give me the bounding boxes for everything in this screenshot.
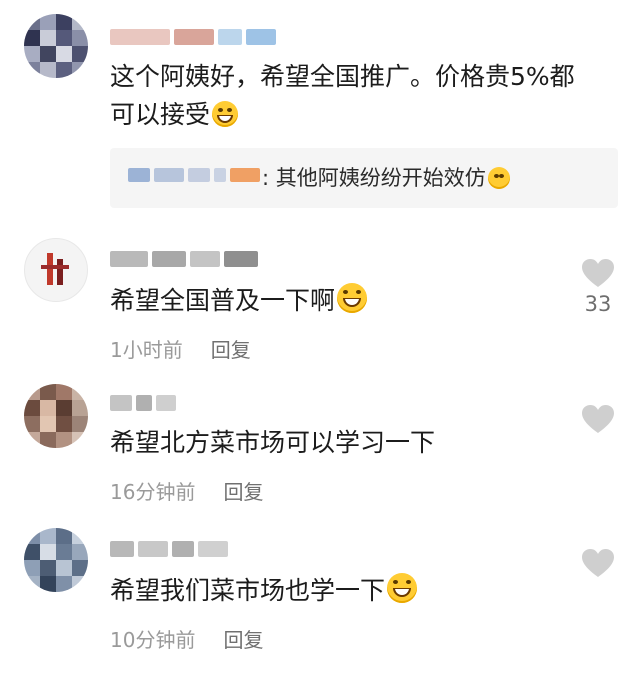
avatar[interactable] <box>24 238 88 302</box>
grinning-sweat-emoji <box>212 101 239 127</box>
comment-time: 16分钟前 <box>110 480 196 504</box>
like-button[interactable] <box>575 404 621 434</box>
reply-button[interactable]: 回复 <box>211 338 251 362</box>
laughing-tears-emoji <box>387 573 418 603</box>
avatar[interactable] <box>24 384 88 448</box>
comment-text: 希望北方菜市场可以学习一下 <box>110 428 436 457</box>
like-button[interactable]: 33 <box>575 258 621 316</box>
avatar[interactable] <box>24 528 88 592</box>
reply-button[interactable]: 回复 <box>223 480 263 504</box>
comment-text: 希望全国普及一下啊 <box>110 282 368 320</box>
reply-username-blurred <box>128 168 260 182</box>
comment-meta: 1小时前 回复 <box>110 334 251 363</box>
reply-button[interactable]: 回复 <box>223 628 263 652</box>
heart-icon <box>582 405 614 433</box>
grinning-emoji <box>337 283 368 313</box>
username-blurred[interactable] <box>110 392 176 414</box>
comment-meta: 16分钟前 回复 <box>110 476 263 505</box>
like-button[interactable] <box>575 548 621 578</box>
username-blurred[interactable] <box>110 26 276 48</box>
username-blurred[interactable] <box>110 248 258 270</box>
comment-time: 10分钟前 <box>110 628 196 652</box>
heart-icon <box>582 549 614 577</box>
reply-preview[interactable]: : 其他阿姨纷纷开始效仿 <box>110 148 618 208</box>
comment-text: 希望我们菜市场也学一下 <box>110 572 418 610</box>
username-blurred[interactable] <box>110 538 228 560</box>
like-count: 33 <box>584 292 612 316</box>
reply-text: : 其他阿姨纷纷开始效仿 <box>262 162 510 194</box>
heart-icon <box>582 259 614 287</box>
comment-text: 这个阿姨好，希望全国推广。价格贵5%都 可以接受 <box>110 62 575 129</box>
comment-meta: 10分钟前 回复 <box>110 624 263 653</box>
avatar[interactable] <box>24 14 88 78</box>
comment-time: 1小时前 <box>110 338 183 362</box>
thinking-emoji <box>487 167 510 189</box>
